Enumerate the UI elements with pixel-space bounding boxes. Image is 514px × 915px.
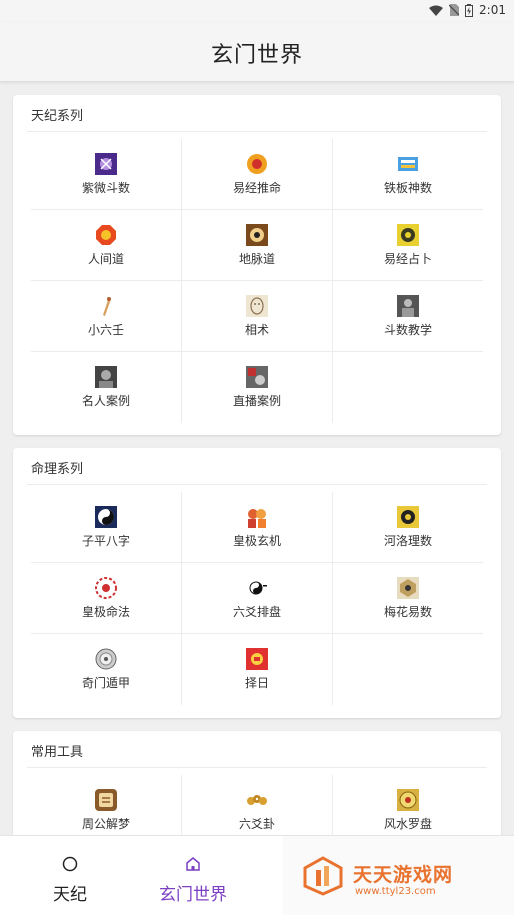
grid-item-label: 小六壬 bbox=[87, 323, 124, 337]
meihua-icon bbox=[397, 577, 419, 599]
grid-item[interactable]: 易经占卜 bbox=[333, 210, 483, 281]
grid-empty bbox=[333, 634, 483, 705]
tab-label: 玄门世界 bbox=[159, 885, 227, 905]
yijing-icon bbox=[246, 153, 268, 175]
watermark-logo-icon bbox=[303, 856, 343, 900]
grid-item[interactable]: 铁板神数 bbox=[333, 139, 483, 210]
dream-icon bbox=[95, 789, 117, 811]
grid-item-label: 梅花易数 bbox=[383, 605, 432, 619]
grid-item[interactable]: 子平八字 bbox=[31, 492, 182, 563]
grid-item-label: 周公解梦 bbox=[81, 817, 130, 831]
grid-item-label: 名人案例 bbox=[81, 394, 130, 408]
wifi-icon bbox=[429, 5, 444, 16]
grid-item-label: 易经推命 bbox=[232, 181, 281, 195]
grid-item[interactable]: 梅花易数 bbox=[333, 563, 483, 634]
grid-item-label: 河洛理数 bbox=[383, 534, 432, 548]
grid-item[interactable]: 名人案例 bbox=[31, 352, 182, 423]
mingfa-icon bbox=[95, 577, 117, 599]
section-title: 命理系列 bbox=[31, 462, 84, 477]
app-bar: 玄门世界 bbox=[0, 22, 514, 82]
grid-item[interactable]: 六爻卦 bbox=[182, 775, 333, 835]
grid-item[interactable]: 小六壬 bbox=[31, 281, 182, 352]
xiaoliuren-icon bbox=[95, 295, 117, 317]
celebrity-icon bbox=[95, 366, 117, 388]
grid-item[interactable]: 六爻排盘 bbox=[182, 563, 333, 634]
divider bbox=[27, 484, 487, 485]
grid-item[interactable]: 皇极玄机 bbox=[182, 492, 333, 563]
compass-icon bbox=[397, 789, 419, 811]
grid-item[interactable]: 河洛理数 bbox=[333, 492, 483, 563]
grid-item-label: 铁板神数 bbox=[383, 181, 432, 195]
grid-item-label: 六爻排盘 bbox=[232, 605, 281, 619]
coins-icon bbox=[246, 789, 268, 811]
zhanbu-icon bbox=[397, 224, 419, 246]
grid-item[interactable]: 相术 bbox=[182, 281, 333, 352]
xiangshu-icon bbox=[246, 295, 268, 317]
section-card-mingli: 命理系列 子平八字 皇极玄机 河洛理数 皇极命法 六爻排盘 梅花易数 奇门遁甲 … bbox=[13, 448, 501, 718]
section-card-tianji: 天纪系列 紫微斗数 易经推命 铁板神数 人间道 地脉道 易经占卜 小六壬 相术 … bbox=[13, 95, 501, 435]
grid-item[interactable]: 紫微斗数 bbox=[31, 139, 182, 210]
grid-item[interactable]: 易经推命 bbox=[182, 139, 333, 210]
main-content[interactable]: 天纪系列 紫微斗数 易经推命 铁板神数 人间道 地脉道 易经占卜 小六壬 相术 … bbox=[0, 83, 514, 835]
bottom-nav: 天纪 玄门世界 天天游戏网 www.ttyl23.com bbox=[0, 835, 514, 915]
divider bbox=[27, 767, 487, 768]
grid-item-label: 直播案例 bbox=[232, 394, 281, 408]
circle-icon bbox=[62, 856, 78, 876]
grid-item-label: 奇门遁甲 bbox=[81, 676, 130, 690]
section-title: 常用工具 bbox=[31, 745, 84, 760]
tieban-icon bbox=[397, 153, 419, 175]
grid-empty bbox=[333, 352, 483, 423]
qimen-icon bbox=[95, 648, 117, 670]
grid-item-label: 地脉道 bbox=[238, 252, 275, 266]
grid-item-label: 皇极命法 bbox=[81, 605, 130, 619]
huangji-icon bbox=[246, 506, 268, 528]
renjian-icon bbox=[95, 224, 117, 246]
dimai-icon bbox=[246, 224, 268, 246]
grid-item-label: 易经占卜 bbox=[383, 252, 432, 266]
grid-item-label: 人间道 bbox=[87, 252, 124, 266]
watermark-text: 天天游戏网 bbox=[353, 864, 454, 886]
ziwei-icon bbox=[95, 153, 117, 175]
grid-item[interactable]: 周公解梦 bbox=[31, 775, 182, 835]
no-sim-icon bbox=[449, 4, 460, 16]
grid-item[interactable]: 斗数教学 bbox=[333, 281, 483, 352]
grid-item[interactable]: 风水罗盘 bbox=[333, 775, 483, 835]
grid-item[interactable]: 择日 bbox=[182, 634, 333, 705]
tab-xuanmen[interactable]: 玄门世界 bbox=[123, 836, 263, 915]
status-bar: 2:01 bbox=[0, 0, 514, 22]
bazi-icon bbox=[95, 506, 117, 528]
liuyao-icon bbox=[246, 577, 268, 599]
tab-tianji[interactable]: 天纪 bbox=[0, 836, 140, 915]
grid-item[interactable]: 人间道 bbox=[31, 210, 182, 281]
grid-item-label: 六爻卦 bbox=[238, 817, 275, 831]
watermark: 天天游戏网 www.ttyl23.com bbox=[283, 836, 514, 915]
live-icon bbox=[246, 366, 268, 388]
grid-item-label: 择日 bbox=[244, 676, 269, 690]
grid-item-label: 相术 bbox=[244, 323, 269, 337]
grid-item[interactable]: 直播案例 bbox=[182, 352, 333, 423]
divider bbox=[27, 131, 487, 132]
grid-item-label: 风水罗盘 bbox=[383, 817, 432, 831]
page-title: 玄门世界 bbox=[210, 43, 303, 68]
grid-item-label: 子平八字 bbox=[81, 534, 130, 548]
grid-item-label: 皇极玄机 bbox=[232, 534, 281, 548]
status-time: 2:01 bbox=[479, 3, 506, 17]
home-icon bbox=[185, 856, 201, 876]
watermark-url: www.ttyl23.com bbox=[355, 886, 436, 897]
zeri-icon bbox=[246, 648, 268, 670]
grid-item-label: 紫微斗数 bbox=[81, 181, 130, 195]
section-card-tools: 常用工具 周公解梦 六爻卦 风水罗盘 bbox=[13, 731, 501, 835]
teaching-icon bbox=[397, 295, 419, 317]
tab-label: 天纪 bbox=[53, 885, 87, 905]
section-title: 天纪系列 bbox=[31, 109, 84, 124]
heluo-icon bbox=[397, 506, 419, 528]
grid-item[interactable]: 皇极命法 bbox=[31, 563, 182, 634]
grid-item[interactable]: 地脉道 bbox=[182, 210, 333, 281]
grid-item[interactable]: 奇门遁甲 bbox=[31, 634, 182, 705]
grid-item-label: 斗数教学 bbox=[383, 323, 432, 337]
battery-icon bbox=[465, 3, 474, 17]
